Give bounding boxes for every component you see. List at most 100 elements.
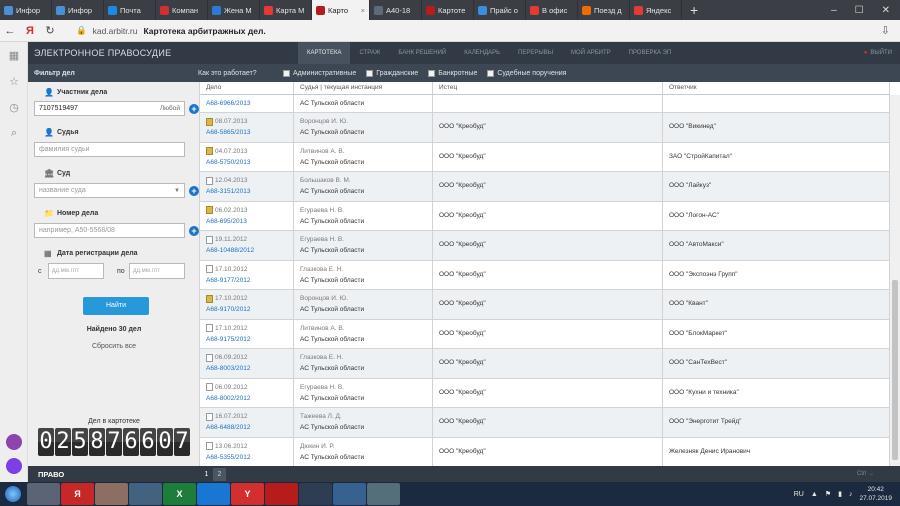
browser-tab[interactable]: Карто × bbox=[312, 0, 370, 20]
category-checkbox[interactable]: Гражданские bbox=[366, 69, 418, 77]
browser-tab[interactable]: Картоте bbox=[422, 0, 474, 20]
url-field[interactable]: 🔒 kad.arbitr.ru Картотека арбитражных де… bbox=[76, 25, 266, 36]
plaintiff-name[interactable]: ООО "Креобуд" bbox=[439, 146, 656, 162]
case-number-link[interactable]: А68-9175/2012 bbox=[206, 334, 287, 345]
site-brand[interactable]: ЭЛЕКТРОННОЕ ПРАВОСУДИЕ bbox=[28, 48, 298, 58]
logout-link[interactable]: ● ВЫЙТИ bbox=[864, 50, 900, 56]
page-2[interactable]: 2 bbox=[213, 467, 226, 481]
defendant-name[interactable]: ООО "Экспоэнэ Групп" bbox=[669, 264, 883, 280]
taskbar-app[interactable] bbox=[265, 483, 298, 505]
table-row[interactable]: 19.11.2012 А68-10488/2012 Егураева Н. В. АС… bbox=[200, 231, 890, 261]
plaintiff-name[interactable]: ООО "Креобуд" bbox=[439, 411, 656, 427]
plaintiff-name[interactable]: ООО "Креобуд" bbox=[439, 116, 656, 132]
defendant-name[interactable]: ООО "БлокМаркет" bbox=[669, 323, 883, 339]
browser-tab[interactable]: Прайс о bbox=[474, 0, 526, 20]
case-number-link[interactable]: А68-8002/2012 bbox=[206, 393, 287, 404]
minimize-button[interactable]: – bbox=[831, 5, 837, 16]
table-row[interactable]: 16.07.2012 А68-6488/2012 Тажеева Л. Д. АС Т… bbox=[200, 408, 890, 438]
defendant-name[interactable]: ООО "Энерготит Трейд" bbox=[669, 411, 883, 427]
start-button[interactable] bbox=[0, 482, 26, 506]
plaintiff-name[interactable]: ООО "Креобуд" bbox=[439, 234, 656, 250]
grid-icon[interactable]: ▦ bbox=[0, 42, 28, 68]
taskbar-app[interactable] bbox=[299, 483, 332, 505]
next-page-hint[interactable]: Ctrl → bbox=[857, 471, 900, 477]
table-row[interactable]: 17.10.2012 А68-9170/2012 Воронцов И. Ю. АС … bbox=[200, 290, 890, 320]
taskbar-app[interactable] bbox=[129, 483, 162, 505]
plaintiff-name[interactable]: ООО "Креобуд" bbox=[439, 264, 656, 280]
add-participant-button[interactable]: + bbox=[189, 104, 199, 114]
page-1[interactable]: 1 bbox=[200, 468, 213, 481]
defendant-name[interactable]: ООО "Викинед" bbox=[669, 116, 883, 132]
network-icon[interactable]: ▮ bbox=[838, 490, 842, 498]
nav-item[interactable]: КАРТОТЕКА bbox=[298, 42, 351, 64]
defendant-name[interactable]: ЗАО "СтройКапитал" bbox=[669, 146, 883, 162]
browser-tab[interactable]: В офис bbox=[526, 0, 578, 20]
case-number-link[interactable]: А68-9170/2012 bbox=[206, 304, 287, 315]
judge-input[interactable]: фамилия судьи bbox=[34, 142, 185, 157]
browser-tab[interactable]: Карта М bbox=[260, 0, 312, 20]
court-select[interactable]: название суда ▼ bbox=[34, 183, 185, 198]
plaintiff-name[interactable]: ООО "Креобуд" bbox=[439, 323, 656, 339]
case-number-input[interactable]: например, А50-5568/08 bbox=[34, 223, 185, 238]
defendant-name[interactable]: ООО "СанТехВест" bbox=[669, 352, 883, 368]
defendant-name[interactable]: ООО "АвтоМакси" bbox=[669, 234, 883, 250]
taskbar-app[interactable] bbox=[367, 483, 400, 505]
browser-tab[interactable]: Яндекс bbox=[630, 0, 682, 20]
taskbar-app[interactable] bbox=[197, 483, 230, 505]
defendant-name[interactable]: Железняк Денис Иранович bbox=[669, 441, 883, 457]
category-checkbox[interactable]: Банкротные bbox=[428, 69, 477, 77]
assistant-icon[interactable] bbox=[6, 458, 22, 474]
date-to-input[interactable]: дд.мм.гггг bbox=[129, 263, 185, 279]
plaintiff-name[interactable]: ООО "Креобуд" bbox=[439, 205, 656, 221]
history-icon[interactable]: ◷ bbox=[0, 94, 28, 120]
new-tab-button[interactable]: + bbox=[682, 2, 706, 18]
plaintiff-name[interactable]: ООО "Креобуд" bbox=[439, 175, 656, 191]
table-row[interactable]: 06.02.2013 А68-695/2013 Егураева Н. В. АС Т… bbox=[200, 201, 890, 231]
plaintiff-name[interactable]: ООО "Креобуд" bbox=[439, 382, 656, 398]
taskbar-app[interactable] bbox=[27, 483, 60, 505]
nav-item[interactable]: СТРАЖ bbox=[350, 42, 389, 64]
flag-icon[interactable]: ⚑ bbox=[825, 490, 831, 498]
nav-item[interactable]: МОЙ АРБИТР bbox=[562, 42, 620, 64]
case-number-link[interactable]: А68-695/2013 bbox=[206, 216, 287, 227]
scrollbar[interactable] bbox=[890, 95, 900, 466]
clock[interactable]: 20:42 27.07.2019 bbox=[859, 485, 892, 503]
defendant-name[interactable]: ООО "Кухни и техника" bbox=[669, 382, 883, 398]
how-it-works-link[interactable]: Как это работает? bbox=[198, 70, 283, 77]
table-row[interactable]: 08.07.2013 А68-5865/2013 Воронцов И. Ю. АС … bbox=[200, 113, 890, 143]
add-case-button[interactable]: + bbox=[189, 226, 199, 236]
browser-tab[interactable]: А40-18 bbox=[370, 0, 422, 20]
taskbar-app[interactable]: Y bbox=[231, 483, 264, 505]
nav-item[interactable]: ПРОВЕРКА ЭП bbox=[620, 42, 681, 64]
category-checkbox[interactable]: Административные bbox=[283, 69, 356, 77]
case-number-link[interactable]: А68-5865/2013 bbox=[206, 127, 287, 138]
reload-icon[interactable]: ↻ bbox=[40, 24, 60, 37]
add-court-button[interactable]: + bbox=[189, 186, 199, 196]
category-checkbox[interactable]: Судебные поручения bbox=[487, 69, 566, 77]
case-number-link[interactable]: А68-6966/2013 bbox=[206, 98, 287, 109]
star-icon[interactable]: ☆ bbox=[0, 68, 28, 94]
defendant-name[interactable]: ООО "Квант" bbox=[669, 293, 883, 309]
close-tab-icon[interactable]: × bbox=[361, 6, 365, 15]
table-row[interactable]: 06.09.2012 А68-8002/2012 Егураева Н. В. АС … bbox=[200, 378, 890, 408]
reset-all-link[interactable]: Сбросить все bbox=[28, 343, 200, 350]
browser-tab[interactable]: Компан bbox=[156, 0, 208, 20]
download-icon[interactable]: ⇩ bbox=[881, 24, 900, 37]
close-window-button[interactable]: ✕ bbox=[882, 5, 890, 16]
table-row[interactable]: 13.06.2012 А68-5355/2012 Дюкин И. Р. АС Тул… bbox=[200, 437, 890, 466]
browser-tab[interactable]: Инфор bbox=[52, 0, 104, 20]
language-indicator[interactable]: RU bbox=[794, 491, 804, 498]
case-number-link[interactable]: А68-10488/2012 bbox=[206, 245, 287, 256]
participant-input[interactable]: 7107519497 Любой bbox=[34, 101, 185, 116]
plaintiff-name[interactable]: ООО "Креобуд" bbox=[439, 352, 656, 368]
find-button[interactable]: Найти bbox=[83, 297, 149, 315]
browser-tab[interactable]: Почта bbox=[104, 0, 156, 20]
case-number-link[interactable]: А68-5750/2013 bbox=[206, 157, 287, 168]
nav-item[interactable]: КАЛЕНДАРЬ bbox=[455, 42, 509, 64]
browser-tab[interactable]: Инфор bbox=[0, 0, 52, 20]
case-number-link[interactable]: А68-6488/2012 bbox=[206, 422, 287, 433]
table-row[interactable]: А68-6966/2013 АС Тульской области bbox=[200, 95, 890, 113]
case-number-link[interactable]: А68-5355/2012 bbox=[206, 452, 287, 463]
volume-icon[interactable]: ♪ bbox=[849, 491, 853, 498]
date-from-input[interactable]: дд.мм.гггг bbox=[48, 263, 104, 279]
